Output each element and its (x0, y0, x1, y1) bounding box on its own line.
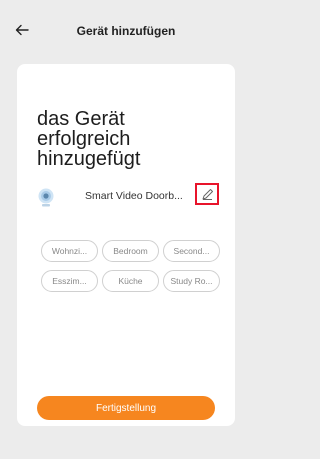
pencil-icon (202, 189, 213, 200)
room-chip[interactable]: Study Ro... (163, 270, 220, 292)
room-chip[interactable]: Wohnzi... (41, 240, 98, 262)
success-message: das Gerät erfolgreich hinzugefügt (37, 109, 141, 169)
room-chip[interactable]: Bedroom (102, 240, 159, 262)
device-row: Smart Video Doorb... (35, 183, 225, 210)
device-name: Smart Video Doorb... (85, 190, 183, 202)
room-chip[interactable]: Küche (102, 270, 159, 292)
device-added-card: das Gerät erfolgreich hinzugefügt Smart … (17, 64, 235, 426)
page-title: Gerät hinzufügen (76, 24, 176, 38)
room-chip[interactable]: Esszim... (41, 270, 98, 292)
edit-device-name-button[interactable] (195, 183, 219, 205)
finish-button[interactable]: Fertigstellung (37, 396, 215, 420)
room-chip[interactable]: Second... (163, 240, 220, 262)
camera-icon (38, 188, 54, 207)
app-header: Gerät hinzufügen (0, 0, 252, 62)
